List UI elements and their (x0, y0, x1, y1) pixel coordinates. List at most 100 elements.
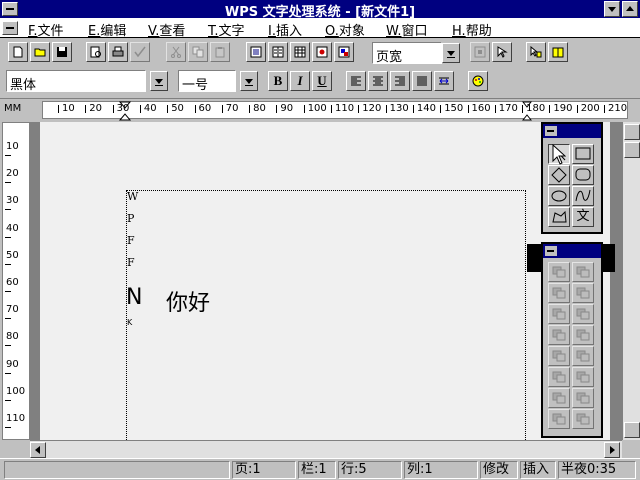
status-edit-mode[interactable]: 修改 (480, 461, 518, 479)
copy-icon (192, 46, 204, 58)
vertical-letter-f2: F (127, 256, 135, 269)
new-file-button[interactable] (8, 42, 28, 62)
status-insert-mode[interactable]: 插入 (520, 461, 556, 479)
open-file-button[interactable] (30, 42, 50, 62)
curve-tool[interactable] (572, 186, 594, 206)
palette-title-bar[interactable] (543, 124, 601, 138)
align-center-button[interactable] (368, 71, 388, 91)
align-left-button[interactable] (346, 71, 366, 91)
align-right-button[interactable] (390, 71, 410, 91)
freeform-tool[interactable] (548, 207, 570, 227)
document-menu-icon[interactable] (2, 21, 18, 35)
spell-check-button[interactable] (130, 42, 150, 62)
arrange-button[interactable] (548, 262, 570, 282)
insert-object-button[interactable] (334, 42, 354, 62)
zoom-dropdown-button[interactable] (442, 43, 460, 63)
menu-text[interactable]: T.文字 (208, 20, 245, 39)
vertical-scrollbar[interactable] (622, 122, 640, 440)
menu-object[interactable]: O.对象 (325, 20, 365, 39)
arrange-button[interactable] (572, 409, 594, 429)
cut-button[interactable] (166, 42, 186, 62)
picture-icon (316, 46, 328, 58)
zoom-select[interactable]: 页宽 (372, 42, 442, 65)
menu-help[interactable]: H.帮助 (452, 20, 492, 39)
arrange-palette[interactable] (541, 242, 603, 438)
menu-window[interactable]: W.窗口 (386, 20, 428, 39)
menu-edit[interactable]: E.编辑 (88, 20, 126, 39)
ellipse-tool[interactable] (548, 186, 570, 206)
menu-file[interactable]: F.文件 (28, 20, 64, 39)
color-palette-button[interactable] (468, 71, 488, 91)
arrange-button[interactable] (548, 283, 570, 303)
scroll-thumb[interactable] (624, 142, 640, 158)
insert-table-button[interactable] (290, 42, 310, 62)
font-size-dropdown-button[interactable] (240, 71, 258, 91)
print-preview-button[interactable] (86, 42, 106, 62)
print-button[interactable] (108, 42, 128, 62)
paste-button[interactable] (210, 42, 230, 62)
ruler-tick (112, 105, 114, 113)
book-help-button[interactable] (548, 42, 568, 62)
ruler-label: 30 (116, 103, 130, 114)
align-center-icon (373, 76, 383, 86)
ruler-label: 140 (416, 103, 436, 114)
underline-button[interactable]: U (312, 71, 332, 91)
arrange-button[interactable] (548, 325, 570, 345)
horizontal-ruler[interactable]: MM 10 20 30 40 50 60 70 80 90 100 110 120 130 140 150 1… (0, 98, 640, 121)
scroll-up-button[interactable] (624, 124, 640, 140)
ruler-tick (358, 105, 360, 113)
minimize-button[interactable] (604, 1, 620, 17)
horizontal-scrollbar[interactable] (30, 440, 622, 458)
insert-image-button[interactable] (312, 42, 332, 62)
menu-insert[interactable]: I.插入 (268, 20, 302, 39)
font-select[interactable]: 黑体 (6, 70, 146, 93)
scroll-left-button[interactable] (30, 442, 46, 458)
palette-menu-icon[interactable] (545, 246, 557, 256)
help-button[interactable] (526, 42, 546, 62)
menu-view[interactable]: V.查看 (148, 20, 185, 39)
copy-button[interactable] (188, 42, 208, 62)
vertical-ruler[interactable]: 10 20 30 40 50 60 70 80 90 100 110 (2, 122, 30, 440)
arrange-button[interactable] (548, 409, 570, 429)
document-page[interactable]: W P F F N 你好 K (40, 122, 610, 450)
arrange-button[interactable] (572, 262, 594, 282)
rounded-rect-tool[interactable] (572, 165, 594, 185)
arrange-button[interactable] (548, 304, 570, 324)
italic-button[interactable]: I (290, 71, 310, 91)
distribute-button[interactable] (434, 71, 454, 91)
justify-button[interactable] (412, 71, 432, 91)
arrange-button[interactable] (548, 388, 570, 408)
palette-menu-icon[interactable] (545, 126, 557, 136)
arrange-button[interactable] (572, 388, 594, 408)
diamond-tool[interactable] (548, 165, 570, 185)
font-dropdown-button[interactable] (150, 71, 168, 91)
ruler-tick (276, 105, 278, 113)
rectangle-tool[interactable] (572, 144, 594, 164)
text-box-tool[interactable]: 文 (572, 207, 594, 227)
drawing-palette[interactable]: 文 (541, 122, 603, 234)
vertical-ruler-tick (5, 427, 11, 428)
ruler-label: 170 (498, 103, 518, 114)
frame-button[interactable] (470, 42, 490, 62)
arrange-button[interactable] (572, 346, 594, 366)
arrange-button[interactable] (548, 367, 570, 387)
arrange-button[interactable] (548, 346, 570, 366)
arrange-button[interactable] (572, 325, 594, 345)
table-format-button[interactable] (246, 42, 266, 62)
status-column: 栏:1 (298, 461, 336, 479)
select-pointer-button[interactable] (492, 42, 512, 62)
printer-icon (112, 46, 124, 57)
scroll-right-button[interactable] (604, 442, 620, 458)
arrange-button[interactable] (572, 304, 594, 324)
arrange-icon (576, 350, 590, 362)
scroll-down-button[interactable] (624, 422, 640, 438)
save-button[interactable] (52, 42, 72, 62)
font-size-select[interactable]: 一号 (178, 70, 236, 93)
arrange-button[interactable] (572, 367, 594, 387)
arrange-button[interactable] (572, 283, 594, 303)
palette-title-bar[interactable] (543, 244, 601, 258)
columns-button[interactable] (268, 42, 288, 62)
ruler-tick (412, 105, 414, 113)
bold-button[interactable]: B (268, 71, 288, 91)
maximize-button[interactable] (622, 1, 638, 17)
